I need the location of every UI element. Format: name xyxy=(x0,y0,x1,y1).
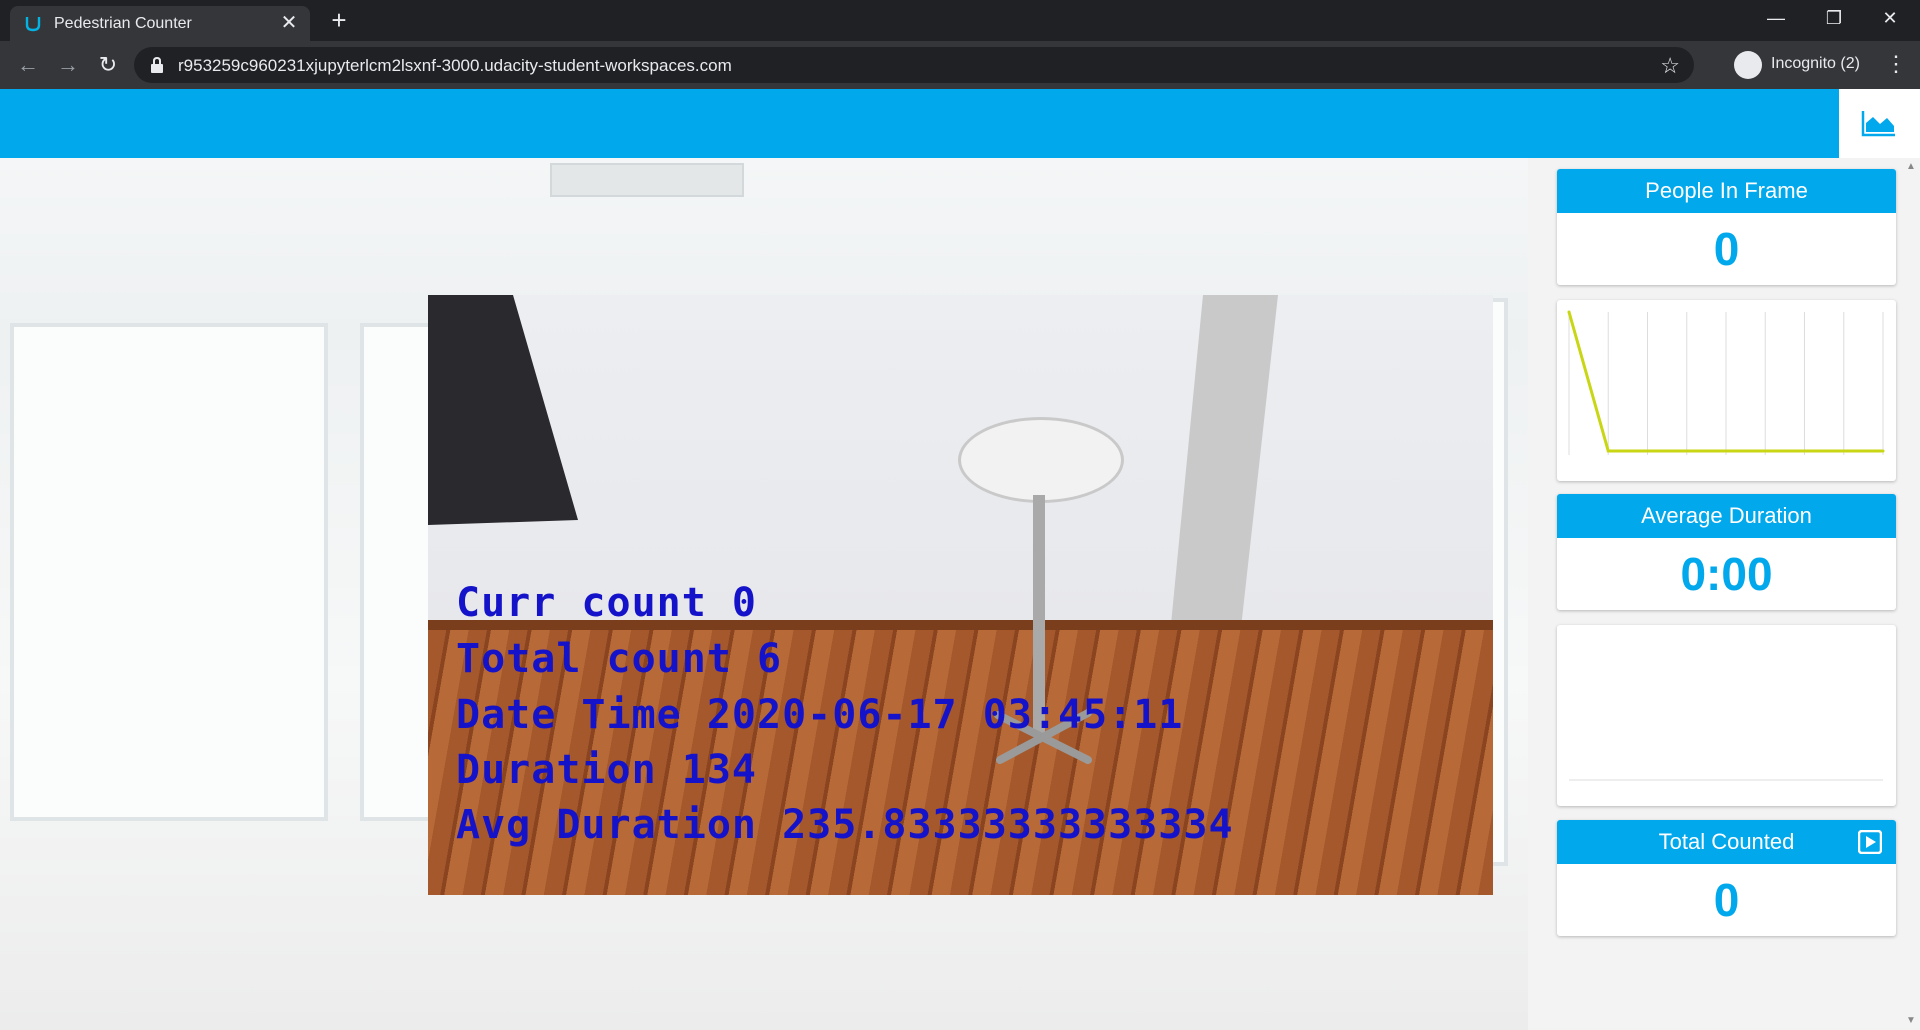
people-data-point xyxy=(1763,449,1767,453)
new-tab-icon[interactable]: + xyxy=(325,6,353,34)
people-data-point xyxy=(1842,449,1846,453)
average-duration-value: 0:00 xyxy=(1680,548,1773,600)
area-chart-icon xyxy=(1861,111,1895,137)
people-line-chart xyxy=(1567,310,1885,455)
people-data-point xyxy=(1606,449,1610,453)
play-icon[interactable] xyxy=(1858,830,1882,854)
people-in-frame-value: 0 xyxy=(1713,223,1740,275)
address-bar[interactable]: r953259c960231xjupyterlcm2lsxnf-3000.uda… xyxy=(134,47,1694,83)
stats-sidebar: People In Frame 0 Average Duration 0:00 … xyxy=(1528,158,1920,1030)
people-data-point xyxy=(1724,449,1728,453)
reload-icon[interactable]: ↻ xyxy=(94,51,122,79)
scrollbar-up-arrow-icon[interactable]: ▲ xyxy=(1906,161,1916,172)
close-tab-icon[interactable]: ✕ xyxy=(278,12,300,34)
total-counted-label: Total Counted xyxy=(1658,829,1795,854)
ceiling-vent xyxy=(550,163,744,197)
browser-menu-icon[interactable]: ⋮ xyxy=(1884,49,1908,79)
total-counted-header: Total Counted xyxy=(1557,820,1896,864)
udacity-favicon-icon xyxy=(25,17,41,32)
total-counted-value: 0 xyxy=(1713,874,1740,926)
duration-chart-card xyxy=(1557,625,1896,806)
scrollbar-down-arrow-icon[interactable]: ▼ xyxy=(1906,1015,1916,1026)
people-data-point xyxy=(1567,310,1571,314)
people-in-frame-label: People In Frame xyxy=(1557,169,1896,213)
duration-chart xyxy=(1569,779,1883,781)
lock-icon xyxy=(151,57,163,73)
url-text: r953259c960231xjupyterlcm2lsxnf-3000.uda… xyxy=(178,56,732,75)
total-counted-card: Total Counted 0 xyxy=(1557,820,1896,936)
browser-toolbar: ← → ↻ r953259c960231xjupyterlcm2lsxnf-30… xyxy=(0,41,1920,89)
overlay-avg-duration: Avg Duration 235.83333333333334 xyxy=(456,802,1234,848)
minimize-icon[interactable]: — xyxy=(1748,0,1804,36)
browser-tab[interactable]: Pedestrian Counter ✕ xyxy=(10,6,310,41)
incognito-label[interactable]: Incognito (2) xyxy=(1771,55,1860,73)
people-data-point xyxy=(1685,449,1689,453)
average-duration-label: Average Duration xyxy=(1557,494,1896,538)
average-duration-card: Average Duration 0:00 xyxy=(1557,494,1896,610)
browser-tab-bar: Pedestrian Counter ✕ + — ❐ ✕ xyxy=(0,0,1920,41)
bookmark-star-icon[interactable]: ☆ xyxy=(1660,53,1680,79)
forward-icon[interactable]: → xyxy=(54,51,82,79)
incognito-icon[interactable] xyxy=(1734,51,1762,79)
back-icon[interactable]: ← xyxy=(14,51,42,79)
overlay-total-count: Total count 6 xyxy=(456,636,783,682)
overlay-duration: Duration 134 xyxy=(456,747,757,793)
tab-title: Pedestrian Counter xyxy=(54,15,192,32)
tv-screen xyxy=(428,295,578,525)
overlay-date-time: Date Time 2020-06-17 03:45:11 xyxy=(456,692,1184,738)
restore-icon[interactable]: ❐ xyxy=(1806,0,1862,36)
people-chart-card xyxy=(1557,300,1896,481)
app-header xyxy=(0,89,1839,158)
close-window-icon[interactable]: ✕ xyxy=(1862,0,1918,36)
pillar xyxy=(1168,295,1278,655)
people-data-point xyxy=(1646,449,1649,453)
overlay-curr-count: Curr count 0 xyxy=(456,580,757,626)
window-pane xyxy=(10,323,328,821)
people-data-point xyxy=(1803,449,1806,453)
people-in-frame-card: People In Frame 0 xyxy=(1557,169,1896,285)
stats-toggle-button[interactable] xyxy=(1839,89,1920,158)
page: Curr count 0 Total count 6 Date Time 202… xyxy=(0,89,1920,1030)
video-feed: Curr count 0 Total count 6 Date Time 202… xyxy=(428,295,1493,895)
people-data-point xyxy=(1881,449,1885,453)
table-top xyxy=(958,417,1124,503)
